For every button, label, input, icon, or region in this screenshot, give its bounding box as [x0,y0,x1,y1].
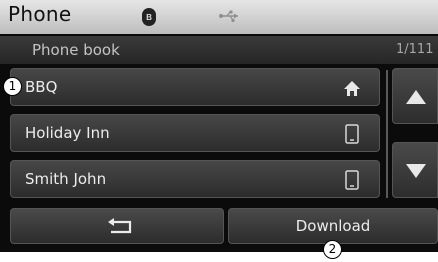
mobile-phone-icon [345,170,359,190]
title-bar: Phone ʙ [0,0,438,34]
arrow-down-icon [406,164,426,178]
back-button[interactable] [10,208,224,244]
contact-row-bbq[interactable]: BBQ [10,68,380,106]
back-arrow-icon [108,218,132,234]
phone-book-header: Phone book 1/111 [0,36,438,64]
scroll-up-button[interactable] [392,68,438,124]
phone-book-title: Phone book [32,41,120,59]
callout-1: 1 [3,77,22,96]
usb-icon [219,10,238,23]
page-indicator: 1/111 [396,42,434,57]
scroll-down-button[interactable] [392,142,438,198]
app-title: Phone [8,2,72,26]
home-icon [344,81,360,96]
contact-name: Holiday Inn [25,124,110,142]
phone-screen: Phone ʙ Phone book 1/111 BBQ Holiday Inn [0,0,438,252]
callout-2: 2 [323,240,342,259]
download-button[interactable]: Download [228,208,438,244]
contact-name: Smith John [25,170,107,188]
bluetooth-icon: ʙ [142,8,156,26]
contact-name: BBQ [25,78,58,96]
mobile-phone-icon [345,124,359,144]
scroll-divider [386,70,388,198]
download-label: Download [295,217,371,235]
contact-row-holiday-inn[interactable]: Holiday Inn [10,114,380,152]
contact-row-smith-john[interactable]: Smith John [10,160,380,198]
arrow-up-icon [406,90,426,104]
